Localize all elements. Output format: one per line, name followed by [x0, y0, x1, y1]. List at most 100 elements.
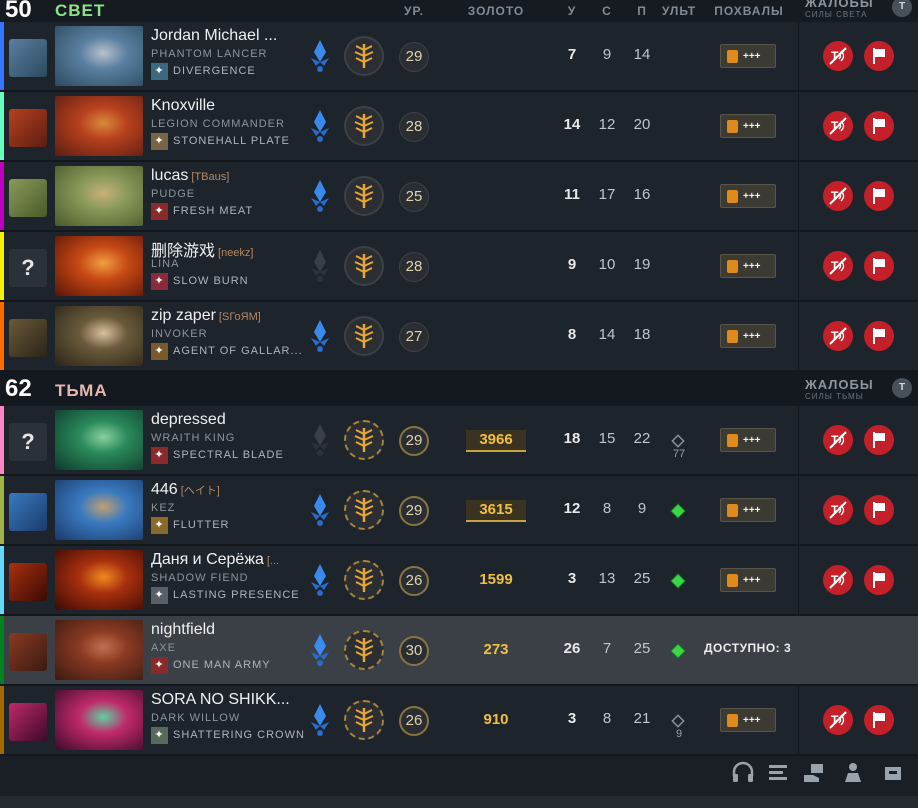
talent-tree-icon[interactable]: [344, 560, 384, 600]
commend-button[interactable]: +++: [720, 428, 776, 452]
talent-tree-icon[interactable]: [344, 316, 384, 356]
talent-tree-icon[interactable]: [344, 176, 384, 216]
mute-chat-button[interactable]: T: [823, 565, 853, 595]
hero-portrait[interactable]: [55, 550, 143, 610]
aghanim-shard-icon[interactable]: [305, 316, 335, 356]
aghanim-shard-icon[interactable]: [305, 36, 335, 76]
mute-chat-button[interactable]: T: [823, 705, 853, 735]
avatar[interactable]: [9, 633, 47, 671]
aghanim-shard-icon[interactable]: [305, 420, 335, 460]
commend-button[interactable]: +++: [720, 184, 776, 208]
player-row[interactable]: zip zaper [SГоЯM] INVOKER ✦ AGENT OF GALLAR.…: [0, 302, 918, 372]
talent-tree-icon[interactable]: [344, 420, 384, 460]
hero-portrait[interactable]: [55, 620, 143, 680]
aghanim-shard-icon[interactable]: [305, 490, 335, 530]
assists: 20: [633, 116, 651, 133]
talent-tree-icon[interactable]: [344, 490, 384, 530]
avatar[interactable]: [9, 109, 47, 147]
avatar[interactable]: [9, 319, 47, 357]
hero-portrait[interactable]: [55, 236, 143, 296]
hero-name: KEZ: [151, 502, 176, 514]
aghanim-shard-icon[interactable]: [305, 176, 335, 216]
hero-portrait[interactable]: [55, 480, 143, 540]
player-row[interactable]: Jordan Michael ... PHANTOM LANCER ✦ DIVERGE…: [0, 22, 918, 92]
player-name[interactable]: Jordan Michael ...: [151, 27, 280, 45]
report-flag-button[interactable]: [864, 251, 894, 281]
avatar[interactable]: [9, 493, 47, 531]
report-flag-button[interactable]: [864, 425, 894, 455]
talent-tree-icon[interactable]: [344, 106, 384, 146]
share-hand-icon[interactable]: [801, 760, 827, 786]
dire-header: 62 ТЬМА ЖАЛОБЫ СИЛЫ ТЬМЫ T: [0, 372, 918, 406]
talent-tree-icon[interactable]: [344, 630, 384, 670]
talent-tree-icon[interactable]: [344, 246, 384, 286]
hero-portrait[interactable]: [55, 306, 143, 366]
avatar[interactable]: ?: [9, 249, 47, 287]
commend-button[interactable]: +++: [720, 708, 776, 732]
player-name[interactable]: SORA NO SHIKK...: [151, 691, 293, 709]
report-flag-button[interactable]: [864, 321, 894, 351]
talent-tree-icon[interactable]: [344, 700, 384, 740]
avatar[interactable]: [9, 563, 47, 601]
report-flag-button[interactable]: [864, 181, 894, 211]
player-name[interactable]: 446 [ヘイト]: [151, 481, 220, 499]
avatar[interactable]: ?: [9, 423, 47, 461]
commend-button[interactable]: +++: [720, 568, 776, 592]
dire-report-team-icon[interactable]: T: [892, 378, 912, 398]
aghanim-shard-icon[interactable]: [305, 560, 335, 600]
mute-chat-button[interactable]: T: [823, 321, 853, 351]
report-flag-button[interactable]: [864, 565, 894, 595]
talent-tree-icon[interactable]: [344, 36, 384, 76]
mute-chat-button[interactable]: T: [823, 251, 853, 281]
avatar[interactable]: [9, 179, 47, 217]
aghanim-shard-icon[interactable]: [305, 106, 335, 146]
report-flag-button[interactable]: [864, 111, 894, 141]
player-name[interactable]: depressed: [151, 411, 229, 429]
commend-button[interactable]: +++: [720, 44, 776, 68]
player-row[interactable]: ? 删除游戏 [neekz] LINA ✦ SLOW BURN 28 9 10 19 +++ T: [0, 232, 918, 302]
hero-portrait[interactable]: [55, 410, 143, 470]
player-row[interactable]: 446 [ヘイト] KEZ ✦ FLUTTER 29 3615 12 8 9 +++ T: [0, 476, 918, 546]
hero-portrait[interactable]: [55, 166, 143, 226]
item-icon: ✦: [151, 517, 168, 534]
mute-chat-button[interactable]: T: [823, 181, 853, 211]
avatar[interactable]: [9, 39, 47, 77]
player-color-bar: [0, 302, 4, 370]
courier-box-icon[interactable]: [880, 760, 906, 786]
voice-chat-icon[interactable]: [730, 760, 756, 786]
commend-button[interactable]: +++: [720, 114, 776, 138]
player-row[interactable]: Даня и Серёжа [... SHADOW FIEND ✦ LASTING PR…: [0, 546, 918, 616]
report-flag-button[interactable]: [864, 495, 894, 525]
player-name[interactable]: Knoxville: [151, 97, 218, 115]
hero-portrait[interactable]: [55, 96, 143, 156]
player-row[interactable]: lucas [TBaus] PUDGE ✦ FRESH MEAT 25 11 17 16 +++ T: [0, 162, 918, 232]
mute-chat-button[interactable]: T: [823, 41, 853, 71]
aghanim-shard-icon[interactable]: [305, 246, 335, 286]
hero-level: 28: [399, 112, 429, 142]
player-name[interactable]: Даня и Серёжа [...: [151, 551, 279, 569]
hero-portrait[interactable]: [55, 690, 143, 750]
player-row[interactable]: Knoxville LEGION COMMANDER ✦ STONEHALL PLAT…: [0, 92, 918, 162]
mute-chat-button[interactable]: T: [823, 495, 853, 525]
player-name[interactable]: lucas [TBaus]: [151, 167, 229, 185]
player-name[interactable]: zip zaper [SГоЯM]: [151, 307, 261, 325]
player-color-bar: [0, 476, 4, 544]
report-flag-button[interactable]: [864, 705, 894, 735]
player-row[interactable]: nightfield AXE ✦ ONE MAN ARMY 30 273 26 7 25 ДОСТ…: [0, 616, 918, 686]
commend-button[interactable]: +++: [720, 498, 776, 522]
player-name[interactable]: nightfield: [151, 621, 218, 639]
player-row[interactable]: ? depressed WRAITH KING ✦ SPECTRAL BLADE 29 39…: [0, 406, 918, 476]
mute-chat-button[interactable]: T: [823, 425, 853, 455]
stats-list-icon[interactable]: [765, 760, 791, 786]
coach-icon[interactable]: [840, 760, 866, 786]
player-row[interactable]: SORA NO SHIKK... DARK WILLOW ✦ SHATTERING C…: [0, 686, 918, 756]
commend-button[interactable]: +++: [720, 254, 776, 278]
radiant-report-team-icon[interactable]: T: [892, 0, 912, 17]
mute-chat-button[interactable]: T: [823, 111, 853, 141]
commend-button[interactable]: +++: [720, 324, 776, 348]
report-flag-button[interactable]: [864, 41, 894, 71]
avatar[interactable]: [9, 703, 47, 741]
hero-portrait[interactable]: [55, 26, 143, 86]
aghanim-shard-icon[interactable]: [305, 630, 335, 670]
aghanim-shard-icon[interactable]: [305, 700, 335, 740]
